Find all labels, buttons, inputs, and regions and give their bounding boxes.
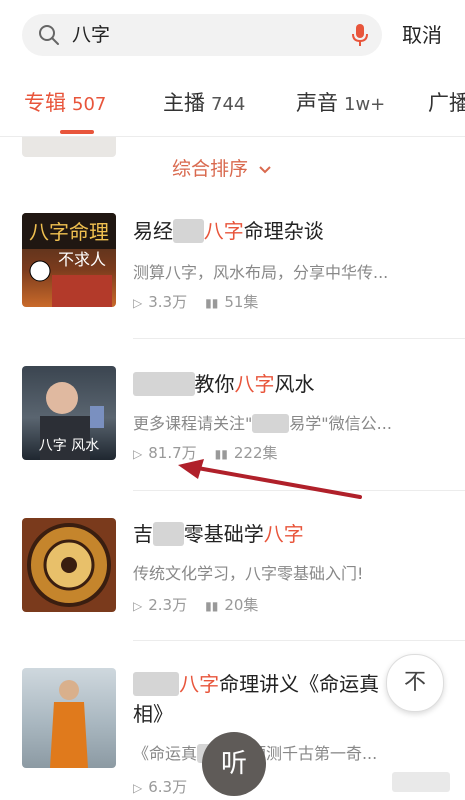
album-meta: ▷ 2.3万 ▮▮ 20集 [133,594,258,615]
album-title[interactable]: ████教你八字风水 [133,368,315,397]
title-text: 命理杂谈 [243,219,324,243]
play-count: 2.3万 [148,596,188,614]
listen-button[interactable]: 听 [202,732,266,796]
album-meta: ▷ 3.3万 ▮▮ 51集 [133,291,258,312]
tab-bar: 专辑 507 主播 744 声音 1w+ 广播 [0,70,465,137]
title-highlight: 八字 [179,672,220,696]
album-title[interactable]: ███八字命理讲义《命运真 [133,668,379,697]
search-input[interactable]: 八字 [72,14,110,56]
play-icon: ▷ [133,599,143,613]
title-highlight: 八字 [263,522,304,546]
blurred-text: ███ [133,672,180,696]
desc-text: 更多课程请关注" [133,414,253,433]
cover-text: 八字命理 [29,220,109,244]
album-title[interactable]: 易经██八字命理杂谈 [133,215,324,244]
floating-button[interactable]: 不 [386,654,444,712]
tab-hosts[interactable]: 主播 744 [163,70,245,136]
album-cover: 八字命理 不求人 [22,213,116,307]
title-text: 易经 [133,219,173,243]
play-icon: ▷ [133,447,143,461]
title-text: 教你 [194,372,235,396]
tab-label: 专辑 [24,91,66,115]
title-text: 零基础学 [183,522,264,546]
title-text: 吉 [133,522,153,546]
audio-wave-icon: ▮▮ [205,599,219,613]
album-description: 传统文化学习，八字零基础入门! [133,564,364,583]
tab-sounds[interactable]: 声音 1w+ [296,70,385,136]
cover-subtext: 不求人 [58,250,106,269]
album-cover [22,518,116,612]
title-highlight: 八字 [234,372,275,396]
tab-label: 声音 [296,91,338,115]
blurred-text: ████ [133,372,195,396]
blurred-text: ██ [173,219,204,243]
blurred-text: ███ [252,414,290,433]
album-meta: ▷ 6.3万 [133,776,187,797]
album-cover [22,668,116,768]
play-count: 3.3万 [148,293,188,311]
tab-count: 744 [211,94,246,115]
album-title[interactable]: 吉██零基础学八字 [133,518,304,547]
cover-text: 八字 风水 [39,438,99,454]
search-box[interactable]: 八字 [22,14,382,56]
tab-radio[interactable]: 广播 [428,70,465,136]
annotation-arrow [178,459,362,499]
sort-label: 综合排序 [172,158,249,180]
album-title-line2: 相》 [133,702,173,726]
play-count: 6.3万 [148,778,188,796]
desc-text: 《命运真 [133,744,198,763]
microphone-icon[interactable] [352,23,368,47]
tab-label: 广播 [428,91,465,115]
sort-dropdown[interactable]: 综合排序 [172,154,272,181]
cancel-button[interactable]: 取消 [402,14,442,56]
search-bar: 八字 取消 [0,0,465,70]
active-tab-indicator [60,130,94,134]
search-icon [39,25,59,45]
album-cover: 八字 风水 [22,366,116,460]
blurred-text: ██ [153,522,184,546]
title-text: 命理讲义《命运真 [219,672,380,696]
watermark [392,772,450,792]
tab-label: 主播 [163,91,205,115]
divider [133,338,465,339]
title-text: 风水 [274,372,315,396]
album-cover-partial[interactable] [22,137,116,157]
album-description: 更多课程请关注"███易学"微信公... [133,410,392,434]
chevron-down-icon [259,165,271,173]
title-highlight: 八字 [203,219,244,243]
audio-wave-icon: ▮▮ [205,296,219,310]
play-icon: ▷ [133,296,143,310]
play-icon: ▷ [133,781,143,795]
album-description: 测算八字，风水布局，分享中华传... [133,263,389,282]
divider [133,640,465,641]
track-count: 20集 [224,596,259,614]
track-count: 51集 [224,293,259,311]
tab-count: 1w+ [344,94,386,115]
desc-text: 易学"微信公... [289,414,392,433]
tab-count: 507 [72,94,107,115]
tab-albums[interactable]: 专辑 507 [24,70,106,136]
